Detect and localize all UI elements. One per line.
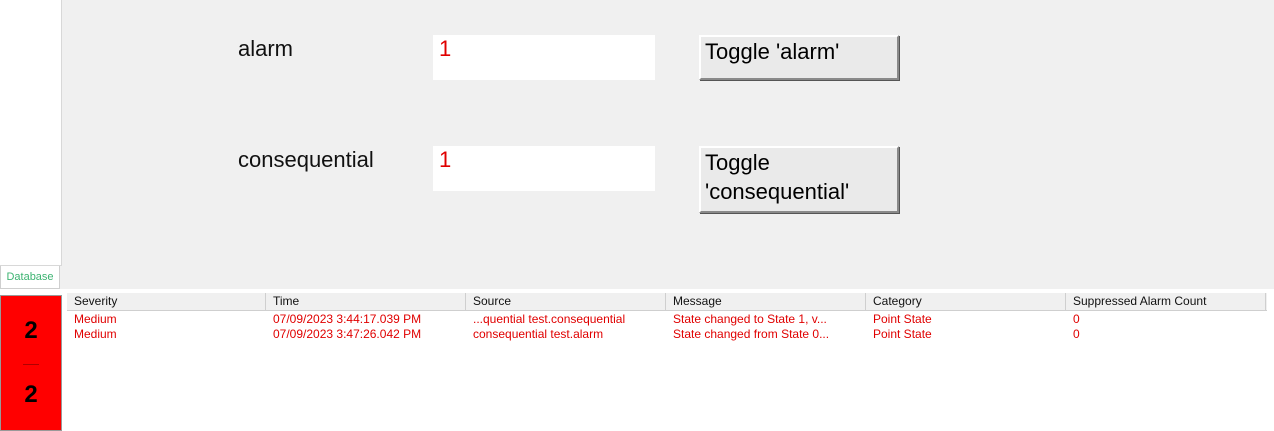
cell-severity: Medium [74,327,117,341]
database-tree-pane[interactable] [0,0,62,266]
left-panel: Database [0,0,62,289]
alarm-list-header: Severity Time Source Message Category Su… [67,293,1267,311]
column-header-suppressed-alarm-count[interactable]: Suppressed Alarm Count [1066,293,1266,310]
toggle-consequential-button-line2: 'consequential' [705,179,850,204]
toggle-alarm-button[interactable]: Toggle 'alarm' [699,35,899,80]
point-label-alarm: alarm [238,36,294,61]
cell-message: State changed to State 1, v... [673,312,827,326]
cell-source: consequential test.alarm [473,327,604,341]
point-label-consequential: consequential [238,147,374,172]
toggle-consequential-button-line1: Toggle [705,150,770,175]
database-tab[interactable]: Database [0,266,60,289]
column-header-message[interactable]: Message [666,293,866,310]
column-header-time[interactable]: Time [266,293,466,310]
cell-severity: Medium [74,312,117,326]
display-area: alarm 1 Toggle 'alarm' consequential 1 T… [62,0,1274,289]
cell-message: State changed from State 0... [673,327,830,341]
column-header-source[interactable]: Source [466,293,666,310]
column-header-category[interactable]: Category [866,293,1066,310]
alarm-count-top: 2 [24,317,38,344]
alarm-counter[interactable]: 2 2 [0,295,62,431]
alarm-row[interactable]: Medium 07/09/2023 3:47:26.042 PM consequ… [67,327,1267,342]
value-field-consequential: 1 [433,146,655,191]
cell-category: Point State [873,312,932,326]
cell-time: 07/09/2023 3:44:17.039 PM [273,312,422,326]
alarm-count-bottom: 2 [24,381,38,408]
value-field-alarm: 1 [433,35,655,80]
column-header-severity[interactable]: Severity [67,293,266,310]
cell-suppressed-count: 0 [1073,327,1080,341]
cell-suppressed-count: 0 [1073,312,1080,326]
alarm-list: Severity Time Source Message Category Su… [67,293,1274,431]
toggle-consequential-button[interactable]: Toggle 'consequential' [699,146,899,213]
toggle-alarm-button-label: Toggle 'alarm' [705,39,840,64]
alarm-count-divider [23,364,39,365]
cell-category: Point State [873,327,932,341]
cell-time: 07/09/2023 3:47:26.042 PM [273,327,422,341]
cell-source: ...quential test.consequential [473,312,626,326]
alarm-row[interactable]: Medium 07/09/2023 3:44:17.039 PM ...quen… [67,312,1267,327]
